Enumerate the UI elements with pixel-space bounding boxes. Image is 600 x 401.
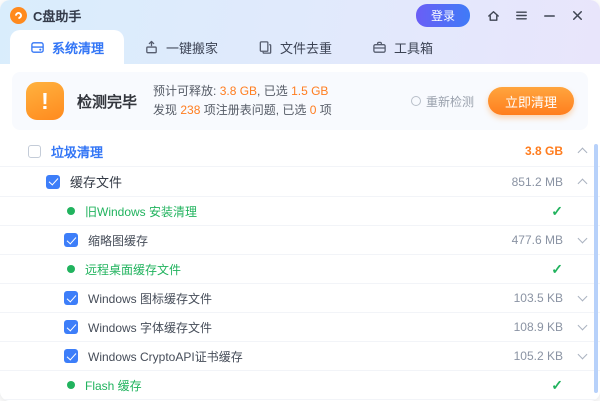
- item-size: 103.5 KB: [514, 291, 563, 305]
- item-size: 105.2 KB: [514, 349, 563, 363]
- list-item[interactable]: Flash 缓存 ✓: [0, 371, 600, 400]
- check-icon: ✓: [551, 261, 563, 278]
- group-checkbox[interactable]: [28, 145, 41, 158]
- tab-system-clean[interactable]: 系统清理: [10, 30, 124, 64]
- minimize-icon[interactable]: [538, 4, 560, 26]
- subgroup-checkbox[interactable]: [46, 175, 60, 189]
- tab-label: 一键搬家: [166, 38, 218, 57]
- item-label: 缩略图缓存: [88, 232, 512, 249]
- toolbox-icon: [372, 40, 387, 55]
- tab-label: 文件去重: [280, 38, 332, 57]
- clean-now-button[interactable]: 立即清理: [488, 87, 574, 115]
- chevron-down-icon[interactable]: [578, 234, 588, 244]
- home-icon[interactable]: [482, 4, 504, 26]
- item-label: Windows 图标缓存文件: [88, 290, 514, 307]
- done-dot-icon: [67, 381, 75, 389]
- check-icon: ✓: [551, 377, 563, 394]
- summary-lines: 预计可释放: 3.8 GB, 已选 1.5 GB 发现 238 项注册表问题, …: [153, 82, 411, 120]
- login-button[interactable]: 登录: [416, 4, 470, 27]
- list-item[interactable]: Windows 图标缓存文件 103.5 KB: [0, 284, 600, 313]
- subgroup-size: 851.2 MB: [512, 175, 563, 189]
- item-label: Flash 缓存: [85, 377, 551, 394]
- tab-bar: 系统清理 一键搬家 文件去重 工具箱: [0, 30, 600, 64]
- group-row-junk-clean[interactable]: 垃圾清理 3.8 GB: [0, 136, 600, 167]
- summary-line-1: 预计可释放: 3.8 GB, 已选 1.5 GB: [153, 82, 411, 101]
- summary-panel: ! 检测完毕 预计可释放: 3.8 GB, 已选 1.5 GB 发现 238 项…: [12, 72, 588, 130]
- check-icon: ✓: [551, 203, 563, 220]
- close-icon[interactable]: [566, 4, 588, 26]
- item-label: Windows CryptoAPI证书缓存: [88, 348, 514, 365]
- app-title: C盘助手: [33, 6, 81, 25]
- move-box-icon: [144, 40, 159, 55]
- chevron-up-icon[interactable]: [578, 148, 588, 158]
- item-checkbox[interactable]: [64, 320, 78, 334]
- tab-one-click-move[interactable]: 一键搬家: [124, 30, 238, 64]
- selected-size: 1.5 GB: [291, 84, 328, 98]
- item-label: 旧Windows 安装清理: [85, 203, 551, 220]
- tab-file-dedup[interactable]: 文件去重: [238, 30, 352, 64]
- item-size: 108.9 KB: [514, 320, 563, 334]
- chevron-up-icon[interactable]: [578, 178, 588, 188]
- list-item[interactable]: 远程桌面缓存文件 ✓: [0, 255, 600, 284]
- warning-icon: !: [26, 82, 64, 120]
- recheck-button[interactable]: 重新检测: [411, 93, 474, 110]
- done-dot-icon: [67, 265, 75, 273]
- item-checkbox[interactable]: [64, 291, 78, 305]
- logo-ring: [14, 10, 24, 20]
- app-logo-icon: [10, 7, 27, 24]
- done-dot-icon: [67, 207, 75, 215]
- group-size: 3.8 GB: [525, 144, 563, 158]
- list-item[interactable]: 缩略图缓存 477.6 MB: [0, 226, 600, 255]
- documents-icon: [258, 40, 273, 55]
- menu-icon[interactable]: [510, 4, 532, 26]
- chevron-down-icon[interactable]: [578, 321, 588, 331]
- subgroup-row-cache-files[interactable]: 缓存文件 851.2 MB: [0, 167, 600, 197]
- registry-issue-count: 238: [180, 103, 200, 117]
- item-label: 远程桌面缓存文件: [85, 261, 551, 278]
- tab-label: 系统清理: [52, 38, 104, 57]
- scan-status-title: 检测完毕: [77, 91, 137, 112]
- item-checkbox[interactable]: [64, 349, 78, 363]
- app-window: C盘助手 登录 系统清理 一键搬家 文件去重 工具箱: [0, 0, 600, 401]
- item-size: 477.6 MB: [512, 233, 563, 247]
- tab-label: 工具箱: [394, 38, 433, 57]
- list-item[interactable]: Windows CryptoAPI证书缓存 105.2 KB: [0, 342, 600, 371]
- releasable-size: 3.8 GB: [220, 84, 257, 98]
- item-checkbox[interactable]: [64, 233, 78, 247]
- recheck-icon: [411, 96, 421, 106]
- item-label: Windows 字体缓存文件: [88, 319, 514, 336]
- list-item[interactable]: 旧Windows 安装清理 ✓: [0, 197, 600, 226]
- chevron-down-icon[interactable]: [578, 292, 588, 302]
- disk-icon: [30, 40, 45, 55]
- group-label: 垃圾清理: [51, 142, 525, 161]
- list-item[interactable]: Windows 字体缓存文件 108.9 KB: [0, 313, 600, 342]
- recheck-label: 重新检测: [426, 93, 474, 110]
- summary-line-2: 发现 238 项注册表问题, 已选 0 项: [153, 101, 411, 120]
- tab-toolbox[interactable]: 工具箱: [352, 30, 453, 64]
- scrollbar[interactable]: [594, 144, 598, 393]
- content-panel: ! 检测完毕 预计可释放: 3.8 GB, 已选 1.5 GB 发现 238 项…: [0, 64, 600, 401]
- chevron-down-icon[interactable]: [578, 350, 588, 360]
- title-bar: C盘助手 登录: [0, 0, 600, 30]
- subgroup-label: 缓存文件: [70, 172, 512, 191]
